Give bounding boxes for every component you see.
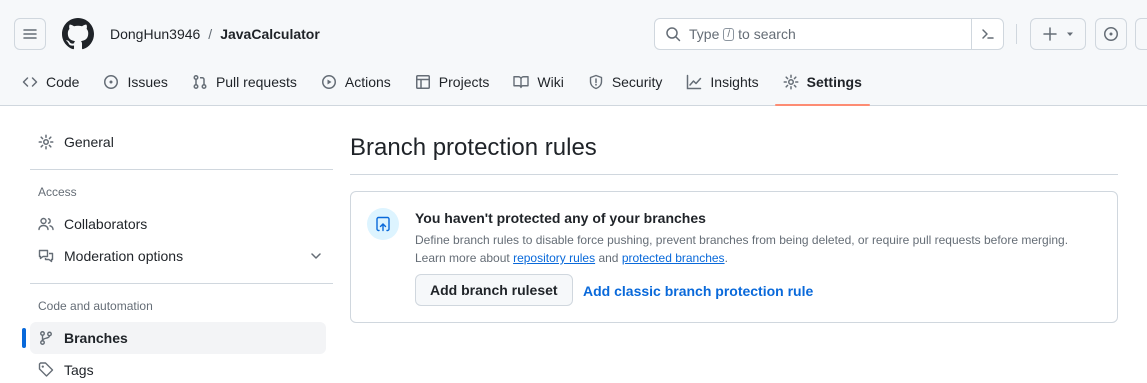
repo-nav-tabs: Code Issues Pull requests Actions Projec… [14, 64, 878, 106]
tab-issues[interactable]: Issues [95, 64, 175, 100]
github-logo-icon[interactable] [62, 18, 94, 50]
empty-state-title: You haven't protected any of your branch… [415, 210, 706, 226]
page-title: Branch protection rules [350, 134, 597, 161]
table-icon [415, 75, 430, 89]
breadcrumb-separator: / [208, 26, 213, 42]
app-header: DongHun3946 / JavaCalculator Type / to s… [0, 0, 1147, 106]
header-divider [1016, 24, 1017, 44]
empty-state-description: Define branch rules to disable force pus… [415, 231, 1095, 267]
chevron-down-icon[interactable] [308, 248, 324, 264]
sidebar-item-branches[interactable]: Branches [22, 322, 326, 354]
code-icon [22, 77, 38, 87]
period: . [724, 251, 728, 265]
shield-icon [589, 74, 603, 90]
title-divider [350, 174, 1118, 175]
gear-icon [783, 74, 799, 90]
tab-label: Actions [344, 74, 391, 90]
command-palette-button[interactable] [971, 19, 1003, 49]
sidebar-item-label: Moderation options [64, 248, 184, 264]
sidebar-divider [30, 283, 333, 284]
git-branch-icon [40, 331, 52, 345]
sidebar-item-label: Collaborators [64, 216, 148, 232]
sidebar-item-label: Tags [64, 362, 94, 378]
plus-icon [1043, 27, 1057, 41]
sidebar-item-tags[interactable]: Tags [22, 354, 334, 383]
sidebar-item-general[interactable]: General [22, 126, 334, 158]
people-icon [38, 217, 54, 231]
search-icon [666, 27, 681, 42]
and-word: and [598, 251, 619, 265]
terminal-icon [981, 29, 994, 39]
issue-opened-icon [104, 75, 119, 89]
sidebar-heading-code-automation: Code and automation [38, 299, 153, 313]
tab-settings[interactable]: Settings [774, 64, 871, 106]
search-shortcut-key: / [723, 27, 735, 41]
tag-icon [38, 362, 54, 377]
sidebar-heading-access: Access [38, 185, 77, 199]
tab-security[interactable]: Security [580, 64, 671, 100]
book-icon [513, 76, 530, 89]
issue-opened-icon [1104, 27, 1118, 41]
your-pull-requests-button[interactable] [1135, 18, 1147, 50]
tab-label: Projects [438, 74, 490, 90]
tab-wiki[interactable]: Wiki [505, 64, 571, 100]
settings-sidebar: General Access Collaborators Moderation … [22, 126, 334, 383]
comment-discussion-icon [38, 249, 54, 263]
tab-projects[interactable]: Projects [407, 64, 498, 100]
add-branch-ruleset-button[interactable]: Add branch ruleset [415, 274, 573, 306]
repo-push-icon [367, 208, 399, 240]
tab-code[interactable]: Code [14, 64, 87, 100]
tab-label: Code [46, 74, 80, 90]
repo-owner-link[interactable]: DongHun3946 [110, 26, 200, 42]
search-placeholder-prefix: Type [689, 26, 720, 42]
play-icon [321, 75, 336, 89]
menu-button[interactable] [14, 18, 46, 50]
sidebar-item-label: General [64, 134, 114, 150]
add-classic-protection-rule-link[interactable]: Add classic branch protection rule [583, 283, 813, 299]
search-input[interactable]: Type / to search [654, 18, 1004, 50]
git-pull-request-icon [193, 75, 207, 89]
breadcrumb: DongHun3946 / JavaCalculator [110, 26, 320, 42]
learn-more-prefix: Learn more about [415, 251, 510, 265]
tab-insights[interactable]: Insights [678, 64, 766, 100]
empty-state-box: You haven't protected any of your branch… [350, 191, 1118, 323]
sidebar-item-collaborators[interactable]: Collaborators [22, 208, 334, 240]
tab-label: Settings [806, 74, 862, 90]
triangle-down-icon [1067, 32, 1073, 36]
tab-pull-requests[interactable]: Pull requests [184, 64, 305, 100]
tab-label: Insights [710, 74, 759, 90]
sidebar-item-label: Branches [64, 330, 128, 346]
learn-more-line: Learn more about repository rules and pr… [415, 249, 1095, 267]
create-new-button[interactable] [1030, 18, 1086, 50]
tab-label: Issues [127, 74, 168, 90]
gear-icon [38, 134, 54, 150]
hamburger-icon [23, 29, 37, 39]
sidebar-item-moderation[interactable]: Moderation options [22, 240, 334, 272]
tab-label: Wiki [537, 74, 564, 90]
your-issues-button[interactable] [1095, 18, 1127, 50]
tab-actions[interactable]: Actions [313, 64, 399, 100]
protected-branches-link[interactable]: protected branches [622, 251, 725, 265]
tab-label: Security [611, 74, 663, 90]
search-placeholder-suffix: to search [738, 26, 796, 42]
sidebar-divider [30, 169, 333, 170]
description-line: Define branch rules to disable force pus… [415, 233, 1069, 247]
graph-icon [687, 74, 702, 90]
repository-rules-link[interactable]: repository rules [513, 251, 595, 265]
tab-label: Pull requests [215, 74, 297, 90]
repo-name-link[interactable]: JavaCalculator [220, 26, 320, 42]
